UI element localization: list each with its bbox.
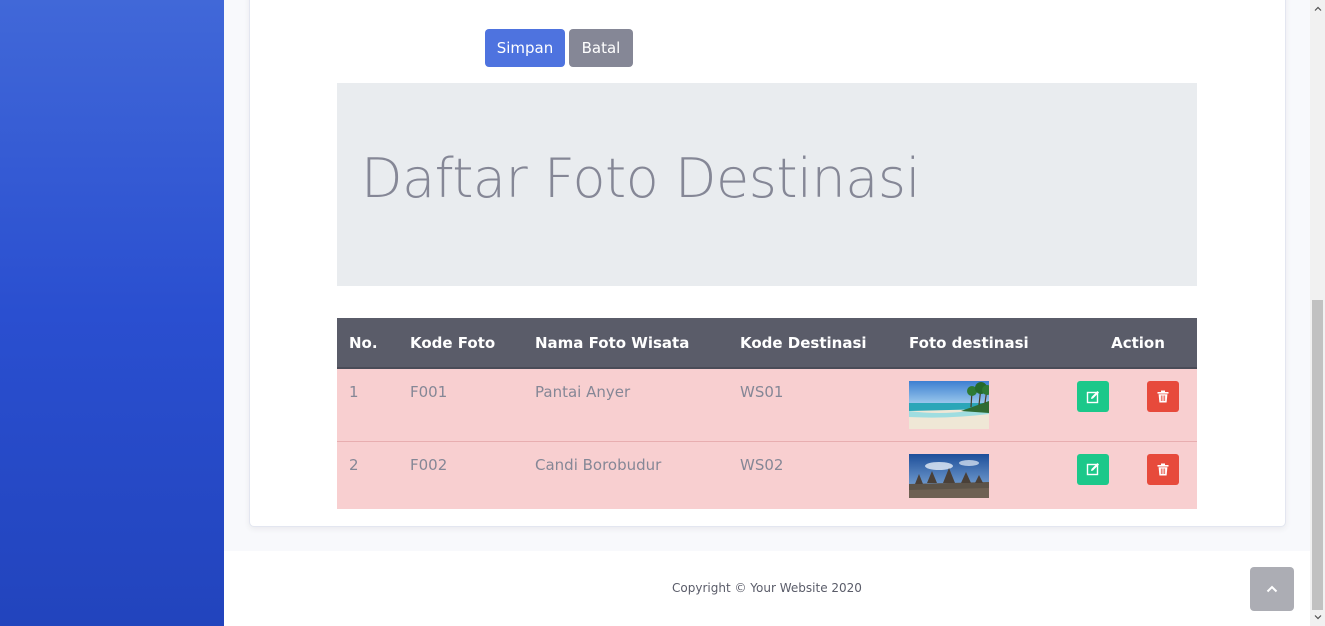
photo-table: No. Kode Foto Nama Foto Wisata Kode Dest…: [337, 318, 1197, 509]
delete-button[interactable]: [1147, 381, 1179, 412]
save-button[interactable]: Simpan: [485, 29, 565, 67]
cell-foto: [897, 368, 1057, 441]
cell-no: 1: [349, 383, 359, 401]
trash-icon: [1157, 390, 1169, 403]
jumbotron: Daftar Foto Destinasi: [337, 83, 1197, 286]
cell-foto: [897, 441, 1057, 509]
cell-kode-foto: F002: [410, 455, 448, 474]
cell-action: [1057, 368, 1197, 441]
cell-kode-destinasi: WS02: [740, 455, 784, 474]
scroll-down-arrow[interactable]: [1310, 609, 1325, 626]
cell-kode-destinasi: WS01: [740, 383, 784, 401]
col-header-no: No.: [337, 318, 398, 369]
copyright-text: Copyright © Your Website 2020: [672, 581, 862, 595]
edit-button[interactable]: [1077, 453, 1109, 485]
cell-action: [1057, 441, 1197, 509]
page-title: Daftar Foto Destinasi: [361, 147, 920, 210]
trash-icon: [1157, 463, 1169, 475]
col-header-nama: Nama Foto Wisata: [523, 318, 728, 369]
edit-icon: [1086, 463, 1099, 476]
table-header-row: No. Kode Foto Nama Foto Wisata Kode Dest…: [337, 318, 1197, 369]
beach-photo: [909, 381, 989, 429]
cell-kode-foto: F001: [410, 383, 448, 401]
edit-button[interactable]: [1077, 381, 1109, 412]
scroll-up-arrow[interactable]: [1310, 0, 1325, 17]
cell-nama: Pantai Anyer: [535, 383, 631, 401]
scrollbar-thumb[interactable]: [1312, 300, 1323, 610]
col-header-kode-foto: Kode Foto: [398, 318, 523, 369]
chevron-up-icon: [1266, 585, 1278, 593]
scrollbar[interactable]: [1310, 0, 1325, 626]
cell-no: 2: [349, 455, 359, 474]
col-header-action: Action: [1057, 318, 1197, 369]
table-row: 2 F002 Candi Borobudur WS02: [337, 441, 1197, 509]
cell-nama: Candi Borobudur: [535, 455, 662, 474]
cancel-button[interactable]: Batal: [569, 29, 633, 67]
col-header-foto: Foto destinasi: [897, 318, 1057, 369]
edit-icon: [1086, 390, 1099, 403]
footer: Copyright © Your Website 2020: [224, 551, 1310, 626]
table-row: 1 F001 Pantai Anyer WS01: [337, 368, 1197, 441]
delete-button[interactable]: [1147, 453, 1179, 485]
chevron-down-icon: [1314, 615, 1321, 620]
col-header-kode-destinasi: Kode Destinasi: [728, 318, 897, 369]
sidebar: [0, 0, 224, 626]
chevron-up-icon: [1314, 6, 1321, 11]
scroll-to-top-button[interactable]: [1250, 567, 1294, 611]
temple-photo: [909, 453, 989, 498]
